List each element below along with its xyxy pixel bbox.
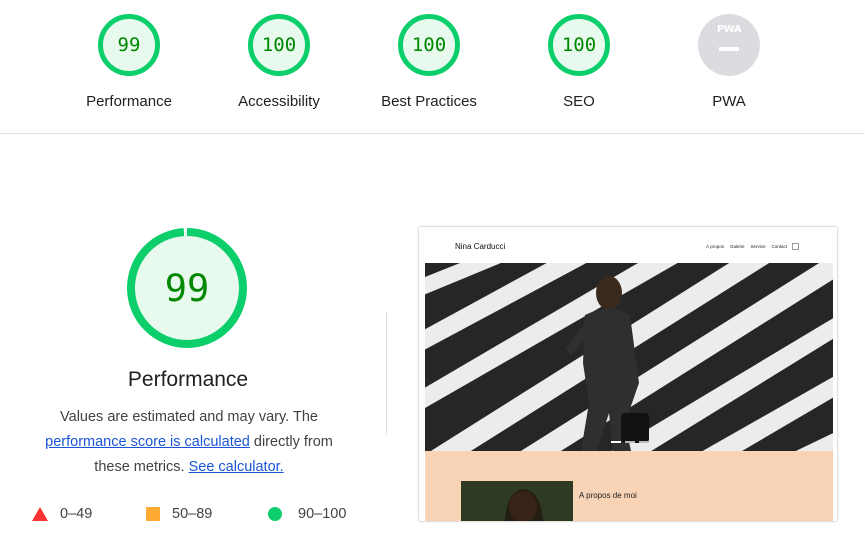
accessibility-gauge[interactable]: 100 Accessibility	[209, 14, 349, 110]
performance-gauge[interactable]: 99 Performance	[59, 14, 199, 110]
best-practices-label: Best Practices	[381, 93, 477, 110]
desc-text-1: Values are estimated and may vary. The	[60, 409, 318, 425]
site-nav: À propos Galerie Service Contact	[706, 244, 787, 249]
pwa-badge: PWA	[698, 14, 760, 76]
category-score-bar: 99 Performance 100 Accessibility 100 Bes…	[0, 0, 865, 134]
site-nav-item: À propos	[705, 244, 724, 249]
legend-fail-range: 0–49	[60, 506, 93, 522]
legend-fail: 0–49	[32, 506, 92, 522]
accessibility-score: 100	[248, 14, 310, 76]
seo-label: SEO	[563, 93, 595, 110]
site-nav-item: Galerie	[729, 244, 745, 249]
site-nav-item: Contact	[771, 244, 787, 249]
big-score: 99	[165, 267, 210, 310]
site-header: Nina Carducci À propos Galerie Service C…	[419, 227, 837, 263]
legend-average: 50–89	[146, 506, 212, 522]
legend-pass: 90–100	[268, 506, 346, 522]
site-name: Nina Carducci	[455, 242, 506, 251]
legend-pass-range: 90–100	[298, 506, 347, 522]
about-heading: A propos de moi	[579, 491, 637, 500]
performance-score: 99	[98, 14, 160, 76]
pwa-dash-icon	[719, 47, 739, 51]
performance-description: Values are estimated and may vary. The p…	[30, 405, 348, 480]
best-practices-score: 100	[398, 14, 460, 76]
green-circle-icon	[268, 507, 282, 521]
pwa-gauge[interactable]: PWA PWA	[659, 14, 799, 110]
site-nav-item: Service	[750, 244, 766, 249]
accessibility-label: Accessibility	[238, 93, 320, 110]
best-practices-gauge[interactable]: 100 Best Practices	[359, 14, 499, 110]
seo-gauge[interactable]: 100 SEO	[509, 14, 649, 110]
performance-big-gauge: 99	[127, 228, 247, 348]
red-triangle-icon	[32, 507, 48, 521]
orange-square-icon	[146, 507, 160, 521]
vertical-divider	[386, 312, 387, 434]
performance-label: Performance	[86, 93, 172, 110]
legend-average-range: 50–89	[172, 506, 213, 522]
pwa-badge-text: PWA	[716, 24, 742, 35]
hero-image	[425, 263, 833, 451]
instagram-icon	[792, 243, 799, 250]
seo-score: 100	[548, 14, 610, 76]
page-screenshot[interactable]: Nina Carducci À propos Galerie Service C…	[418, 226, 838, 522]
pwa-label: PWA	[712, 93, 746, 110]
score-calculated-link[interactable]: performance score is calculated	[45, 434, 250, 450]
portrait-image	[461, 481, 573, 521]
see-calculator-link[interactable]: See calculator.	[189, 459, 284, 475]
performance-title: Performance	[127, 368, 249, 391]
